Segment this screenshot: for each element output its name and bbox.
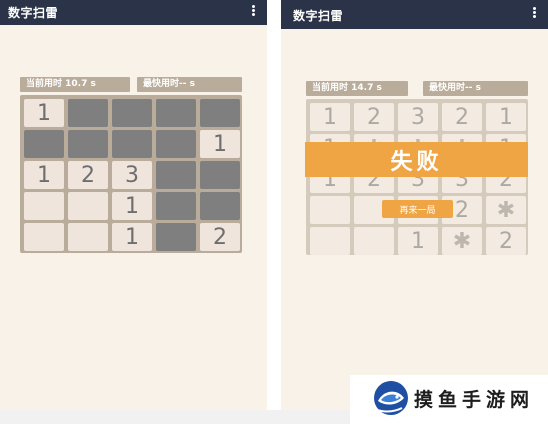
hidden-cell[interactable]	[156, 99, 196, 127]
revealed-cell[interactable]	[24, 192, 64, 220]
more-vert-icon[interactable]	[250, 4, 256, 18]
revealed-cell[interactable]	[354, 227, 394, 255]
revealed-cell[interactable]: 1	[112, 223, 152, 251]
cell-number: 2	[367, 104, 381, 130]
cell-number: 1	[125, 224, 139, 250]
cell-number: 2	[81, 162, 95, 188]
best-time-label: 最快用时-- s	[137, 77, 242, 92]
hidden-cell[interactable]	[156, 192, 196, 220]
fish-logo-icon	[374, 381, 408, 415]
revealed-cell[interactable]: 2	[200, 223, 240, 251]
hidden-cell[interactable]	[24, 130, 64, 158]
cell-number: 3	[411, 104, 425, 130]
app-bar: 数字扫雷	[281, 0, 548, 29]
revealed-cell[interactable]: 1	[24, 161, 64, 189]
revealed-cell[interactable]: 1	[24, 99, 64, 127]
revealed-cell[interactable]	[68, 192, 108, 220]
current-time-label: 当前用时 10.7 s	[20, 77, 130, 92]
hidden-cell[interactable]	[112, 130, 152, 158]
revealed-cell[interactable]: 2	[486, 227, 526, 255]
hidden-cell[interactable]	[156, 223, 196, 251]
revealed-cell[interactable]: 1	[486, 103, 526, 131]
mine-cell[interactable]: ✱	[442, 227, 482, 255]
revealed-cell[interactable]: 2	[354, 103, 394, 131]
hidden-cell[interactable]	[112, 99, 152, 127]
cell-number: 1	[411, 228, 425, 254]
mine-icon: ✱	[452, 228, 472, 254]
game-board: 1 1 1 2 3 1 1 2	[20, 95, 242, 253]
revealed-cell[interactable]: 2	[68, 161, 108, 189]
cell-number: 1	[323, 104, 337, 130]
revealed-cell[interactable]: 1	[398, 227, 438, 255]
cell-number: 1	[213, 131, 227, 157]
game-board: 123211✱✱✱1123322✱1✱2	[306, 99, 528, 255]
best-time-label: 最快用时-- s	[423, 81, 528, 96]
screen-divider	[267, 0, 281, 424]
cell-number: 1	[499, 104, 513, 130]
game-screen-left: 数字扫雷 当前用时 10.7 s 最快用时-- s 1 1 1 2 3 1 1 2	[0, 0, 267, 410]
watermark: 摸鱼手游网	[350, 375, 548, 424]
revealed-cell[interactable]: 1	[200, 130, 240, 158]
revealed-cell[interactable]: 2	[442, 103, 482, 131]
app-bar: 数字扫雷	[0, 0, 267, 25]
cell-number: 1	[125, 193, 139, 219]
current-time-label: 当前用时 14.7 s	[306, 81, 408, 96]
revealed-cell[interactable]: 1	[112, 192, 152, 220]
cell-number: 2	[499, 228, 513, 254]
cell-number: 1	[37, 100, 51, 126]
hidden-cell[interactable]	[68, 130, 108, 158]
hidden-cell[interactable]	[156, 161, 196, 189]
cell-number: 2	[455, 104, 469, 130]
mine-icon: ✱	[496, 197, 516, 223]
revealed-cell[interactable]: 3	[112, 161, 152, 189]
cell-number: 1	[37, 162, 51, 188]
watermark-text: 摸鱼手游网	[414, 389, 535, 411]
cell-number: 2	[455, 197, 469, 223]
hidden-cell[interactable]	[200, 161, 240, 189]
app-title: 数字扫雷	[293, 9, 344, 23]
app-title: 数字扫雷	[8, 6, 59, 20]
revealed-cell[interactable]	[310, 227, 350, 255]
mine-cell[interactable]: ✱	[486, 196, 526, 224]
hidden-cell[interactable]	[200, 99, 240, 127]
cell-number: 2	[213, 224, 227, 250]
retry-button[interactable]: 再来一局	[382, 200, 453, 218]
more-vert-icon[interactable]	[531, 6, 537, 20]
hidden-cell[interactable]	[200, 192, 240, 220]
hidden-cell[interactable]	[156, 130, 196, 158]
revealed-cell[interactable]	[24, 223, 64, 251]
revealed-cell[interactable]	[310, 196, 350, 224]
hidden-cell[interactable]	[68, 99, 108, 127]
fail-banner: 失败	[305, 142, 528, 177]
revealed-cell[interactable]: 3	[398, 103, 438, 131]
cell-number: 3	[125, 162, 139, 188]
revealed-cell[interactable]: 1	[310, 103, 350, 131]
revealed-cell[interactable]	[68, 223, 108, 251]
